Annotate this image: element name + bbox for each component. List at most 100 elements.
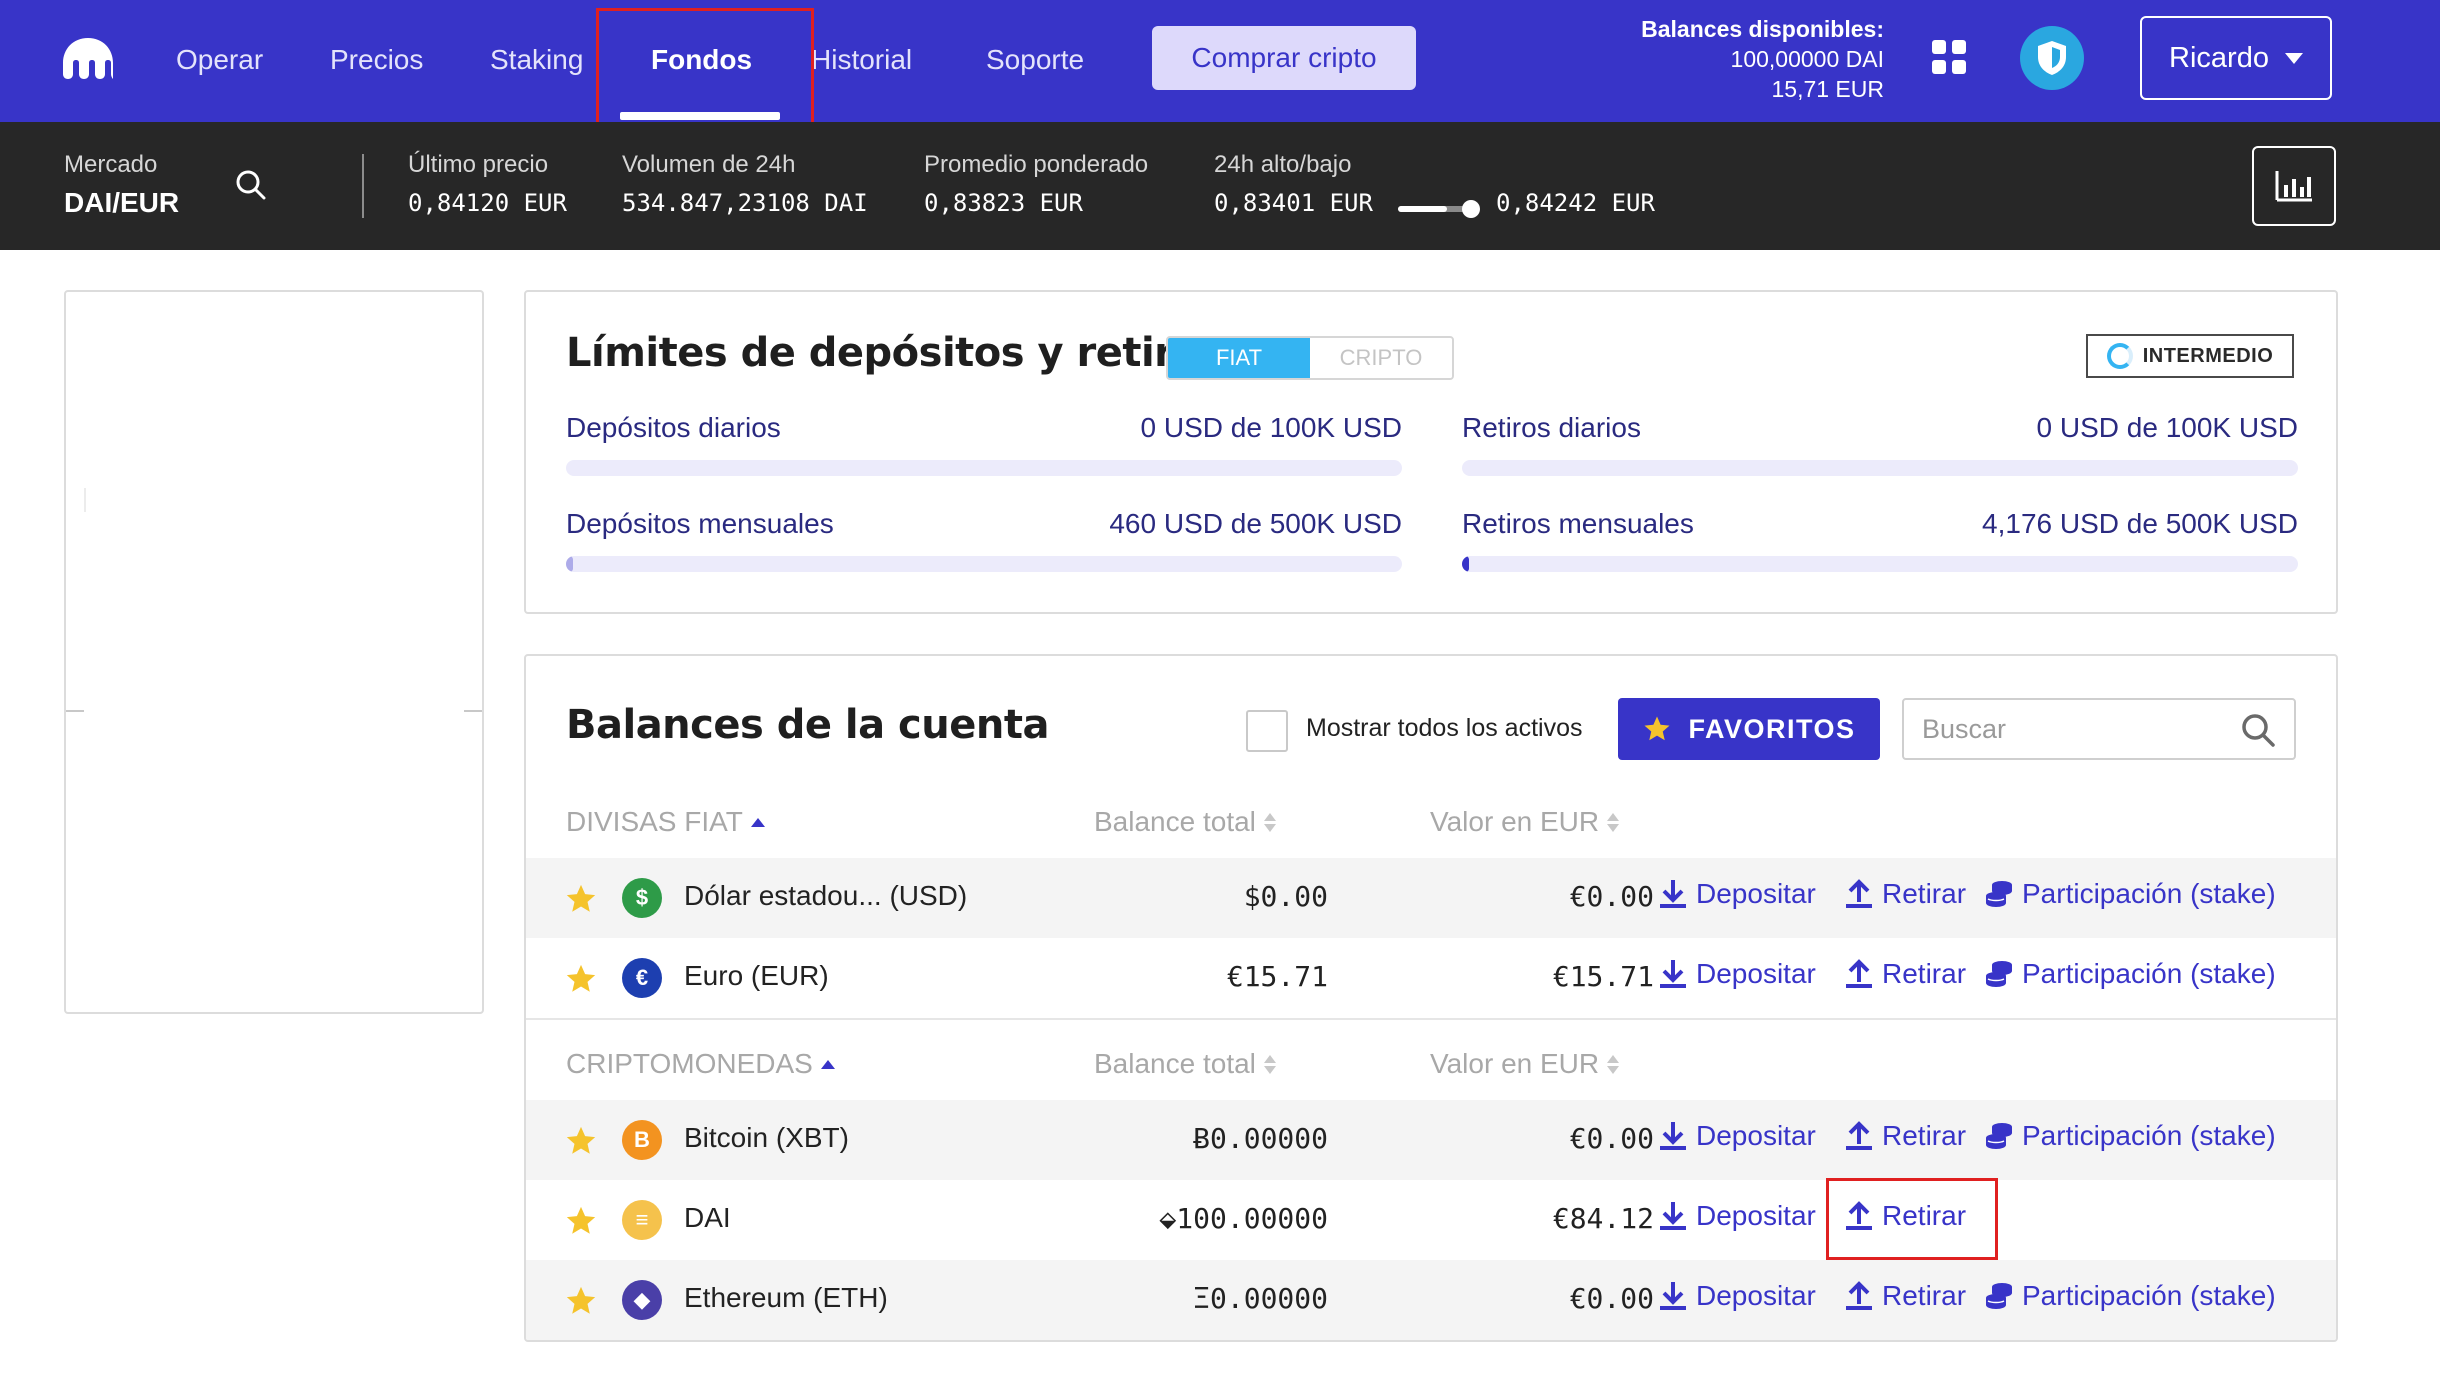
asset-name: DAI	[684, 1202, 731, 1233]
asset-name: Bitcoin (XBT)	[684, 1122, 849, 1153]
deposit-link[interactable]: Depositar	[1658, 958, 1816, 990]
favorite-star-icon[interactable]	[564, 1204, 598, 1238]
asset-name: Dólar estadou... (USD)	[684, 880, 968, 911]
asset-name: Euro (EUR)	[684, 960, 829, 991]
user-menu-button[interactable]: Ricardo	[2140, 16, 2332, 100]
nav-soporte[interactable]: Soporte	[986, 40, 1084, 80]
limit-progress-bar	[566, 556, 1402, 572]
coins-stack-icon	[1986, 961, 2012, 987]
panel-mark-left	[66, 710, 84, 712]
coins-stack-icon	[1986, 1123, 2012, 1149]
limits-title: Límites de depósitos y retiros	[566, 330, 1224, 376]
fiat-header[interactable]: DIVISAS FIAT	[566, 806, 765, 838]
stake-link[interactable]: Participación (stake)	[1984, 1280, 2276, 1312]
panel-mark-right	[464, 710, 482, 712]
deposit-link[interactable]: Depositar	[1658, 1280, 1816, 1312]
stake-link[interactable]: Participación (stake)	[1984, 1120, 2276, 1152]
highlight-box-dai-withdraw	[1826, 1178, 1998, 1260]
market-label: Mercado	[64, 151, 158, 178]
sort-icon	[1607, 812, 1620, 832]
volume-value: 534.847,23108 DAI	[622, 189, 868, 217]
eur-coin-icon: €	[622, 958, 662, 998]
favorite-star-icon[interactable]	[564, 882, 598, 916]
apps-grid-icon[interactable]	[1932, 40, 1966, 74]
favorite-star-icon[interactable]	[564, 1284, 598, 1318]
ethereum-coin-icon: ◆	[622, 1280, 662, 1320]
limit-progress-bar	[1462, 556, 2298, 572]
tab-fiat[interactable]: FIAT	[1168, 338, 1310, 378]
balances-title: Balances disponibles:	[1641, 16, 1884, 42]
col-eur-header[interactable]: Valor en EUR	[1430, 806, 1620, 838]
sort-asc-icon	[820, 1059, 835, 1069]
balance-row: B Bitcoin (XBT) Ƀ0.00000 €0.00 Depositar Reti…	[526, 1100, 2336, 1180]
col-eur-header[interactable]: Valor en EUR	[1430, 1048, 1620, 1080]
star-icon	[1644, 716, 1670, 741]
limit-name: Depósitos diarios	[566, 412, 781, 443]
show-all-assets-checkbox[interactable]	[1246, 710, 1288, 752]
favorite-star-icon[interactable]	[564, 1124, 598, 1158]
bar-chart-icon	[2275, 171, 2312, 202]
market-search-icon[interactable]	[234, 168, 268, 202]
nav-staking[interactable]: Staking	[490, 40, 583, 80]
nav-historial[interactable]: Historial	[811, 40, 912, 80]
limit-row-monthly-withdrawals: Retiros mensuales 4,176 USD de 500K USD	[1462, 508, 2298, 572]
favorite-star-icon[interactable]	[564, 962, 598, 996]
limit-progress-bar	[566, 460, 1402, 476]
balance-row: ≡ DAI ⬙100.00000 €84.12 Depositar Retirar	[526, 1180, 2336, 1260]
col-total-header[interactable]: Balance total	[1094, 806, 1276, 838]
asset-total-balance: Ξ0.00000	[1193, 1282, 1328, 1315]
kraken-logo-icon[interactable]	[60, 36, 116, 82]
upload-icon	[1846, 1281, 1872, 1310]
download-icon	[1660, 1282, 1686, 1310]
withdraw-link[interactable]: Retirar	[1844, 958, 1966, 990]
market-pair: DAI/EUR	[64, 187, 180, 218]
show-all-assets-label[interactable]: Mostrar todos los activos	[1306, 714, 1583, 743]
limits-type-toggle: FIAT CRIPTO	[1166, 336, 1454, 380]
withdraw-link[interactable]: Retirar	[1844, 1120, 1966, 1152]
favorites-button[interactable]: FAVORITOS	[1618, 698, 1880, 760]
left-side-panel	[64, 290, 484, 1014]
panel-mark	[84, 488, 86, 512]
deposit-link[interactable]: Depositar	[1658, 878, 1816, 910]
deposit-link[interactable]: Depositar	[1658, 1200, 1816, 1232]
nav-operar[interactable]: Operar	[176, 40, 263, 80]
col-total-header[interactable]: Balance total	[1094, 1048, 1276, 1080]
last-price: Último precio 0,84120 EUR	[408, 150, 567, 220]
search-icon[interactable]	[2240, 712, 2276, 748]
stake-link[interactable]: Participación (stake)	[1984, 878, 2276, 910]
withdraw-link[interactable]: Retirar	[1844, 1280, 1966, 1312]
buy-crypto-button[interactable]: Comprar cripto	[1152, 26, 1416, 90]
upload-icon	[1846, 959, 1872, 988]
range-24h: 24h alto/bajo 0,83401 EUR	[1214, 150, 1373, 220]
coins-stack-icon	[1986, 881, 2012, 907]
crypto-section-header: CRIPTOMONEDAS Balance total Valor en EUR	[526, 1028, 2336, 1098]
asset-total-balance: Ƀ0.00000	[1193, 1122, 1328, 1155]
security-shield-icon[interactable]	[2020, 26, 2084, 90]
crypto-header[interactable]: CRIPTOMONEDAS	[566, 1048, 835, 1080]
sort-icon	[1607, 1054, 1620, 1074]
verification-level-badge[interactable]: INTERMEDIO	[2086, 334, 2294, 378]
level-progress-icon	[2106, 343, 2133, 369]
asset-eur-value: €84.12	[1552, 1202, 1654, 1235]
nav-precios[interactable]: Precios	[330, 40, 423, 80]
ticker-divider	[362, 154, 364, 218]
sort-icon	[1263, 1054, 1276, 1074]
stake-link[interactable]: Participación (stake)	[1984, 958, 2276, 990]
vwap-value: 0,83823 EUR	[924, 189, 1083, 217]
range-high: 0,84242 EUR	[1496, 189, 1655, 217]
balance-row: $ Dólar estadou... (USD) $0.00 €0.00 Deposit…	[526, 858, 2336, 938]
market-selector[interactable]: Mercado DAI/EUR	[64, 150, 179, 220]
chart-toggle-button[interactable]	[2252, 146, 2336, 226]
asset-search[interactable]	[1902, 698, 2296, 760]
withdraw-link[interactable]: Retirar	[1844, 878, 1966, 910]
deposit-link[interactable]: Depositar	[1658, 1120, 1816, 1152]
search-input[interactable]	[1922, 710, 2232, 748]
fiat-section-header: DIVISAS FIAT Balance total Valor en EUR	[526, 786, 2336, 856]
limit-name: Retiros diarios	[1462, 412, 1641, 443]
asset-eur-value: €0.00	[1569, 1282, 1654, 1315]
tab-cripto[interactable]: CRIPTO	[1310, 338, 1452, 378]
balance-row: ◆ Ethereum (ETH) Ξ0.00000 €0.00 Depositar Ret…	[526, 1260, 2336, 1340]
limit-name: Depósitos mensuales	[566, 508, 834, 539]
upload-icon	[1846, 1121, 1872, 1150]
section-divider	[526, 1018, 2336, 1020]
